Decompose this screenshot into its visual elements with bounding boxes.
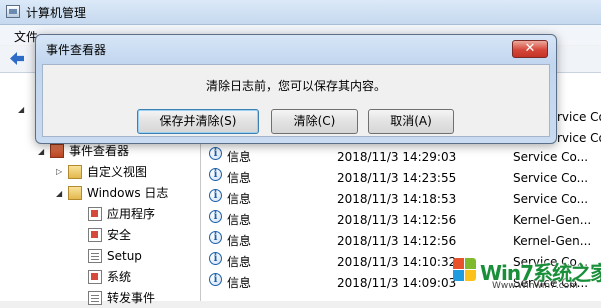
event-level: 信息 [227,255,252,269]
info-icon: i [209,147,222,160]
system-log-icon [88,270,102,284]
tree-item-security[interactable]: 安全 [88,225,131,245]
setup-log-icon [88,249,102,263]
event-viewer-icon [50,144,64,158]
event-source: rvice Co [557,131,601,145]
info-icon: i [209,210,222,223]
event-datetime: 2018/11/3 14:10:32 [337,255,457,269]
event-level: 信息 [227,234,252,248]
cancel-button[interactable]: 取消(A) [368,109,454,134]
event-datetime: 2018/11/3 14:18:53 [337,192,457,206]
security-log-icon [88,228,102,242]
windows-logo-icon [452,257,478,283]
back-arrow-icon[interactable] [10,52,24,65]
clear-button[interactable]: 清除(C) [271,109,358,134]
tree-item-application[interactable]: 应用程序 [88,204,155,224]
watermark-url: Www.Winwin7.com [492,281,578,291]
dialog-title: 事件查看器 [46,43,107,57]
collapse-arrow-icon[interactable]: ▷ [56,167,62,176]
event-source: Service Co... [513,150,589,164]
folder-icon [68,165,82,179]
dialog-body: 清除日志前，您可以保存其内容。 保存并清除(S) 清除(C) 取消(A) [42,64,550,137]
event-datetime: 2018/11/3 14:23:55 [337,171,457,185]
event-source: Kernel-Gen... [513,213,592,227]
event-datetime: 2018/11/3 14:12:56 [337,213,457,227]
window-title: 计算机管理 [26,6,87,20]
tree-item-system[interactable]: 系统 [88,267,131,287]
close-icon: ✕ [524,41,536,56]
save-and-clear-button[interactable]: 保存并清除(S) [137,109,259,134]
table-row[interactable]: i 信息 2018/11/3 14:29:03 Service Co... [201,147,601,168]
info-icon: i [209,252,222,265]
tree-item-custom-views[interactable]: 自定义视图 [68,162,147,182]
close-button[interactable]: ✕ [512,40,548,58]
folder-icon [68,186,82,200]
table-row[interactable]: i 信息 2018/11/3 14:23:55 Service Co... [201,168,601,189]
event-source: rvice Co [557,110,601,124]
expand-arrow-icon[interactable]: ◢ [38,147,44,156]
event-level: 信息 [227,171,252,185]
event-level: 信息 [227,150,252,164]
event-datetime: 2018/11/3 14:09:03 [337,276,457,290]
event-datetime: 2018/11/3 14:29:03 [337,150,457,164]
event-source: Service Co... [513,192,589,206]
application-log-icon [88,207,102,221]
table-row[interactable]: i 信息 2018/11/3 14:18:53 Service Co... [201,189,601,210]
tree-item-windows-logs[interactable]: Windows 日志 [68,183,168,203]
event-level: 信息 [227,276,252,290]
tree-item-event-viewer[interactable]: 事件查看器 [50,141,129,161]
tree-item-forwarded-events[interactable]: 转发事件 [88,288,155,308]
event-level: 信息 [227,192,252,206]
dialog-message: 清除日志前，您可以保存其内容。 [205,79,386,93]
info-icon: i [209,168,222,181]
expand-arrow-icon[interactable]: ◢ [56,189,62,198]
info-icon: i [209,231,222,244]
event-viewer-dialog: 事件查看器 ✕ 清除日志前，您可以保存其内容。 保存并清除(S) 清除(C) 取… [35,34,557,144]
watermark: Win7系统之家 Www.Winwin7.com [452,255,601,291]
info-icon: i [209,189,222,202]
computer-management-icon [6,5,20,18]
info-icon: i [209,273,222,286]
forwarded-events-log-icon [88,291,102,305]
event-datetime: 2018/11/3 14:12:56 [337,234,457,248]
event-source: Kernel-Gen... [513,234,592,248]
event-source: Service Co... [513,171,589,185]
expand-arrow-icon[interactable]: ◢ [18,105,24,114]
table-row[interactable]: i 信息 2018/11/3 14:12:56 Kernel-Gen... [201,210,601,231]
event-level: 信息 [227,213,252,227]
tree-item-setup[interactable]: Setup [88,246,142,266]
table-row[interactable]: i 信息 2018/11/3 14:12:56 Kernel-Gen... [201,231,601,252]
main-titlebar: 计算机管理 [0,0,601,25]
